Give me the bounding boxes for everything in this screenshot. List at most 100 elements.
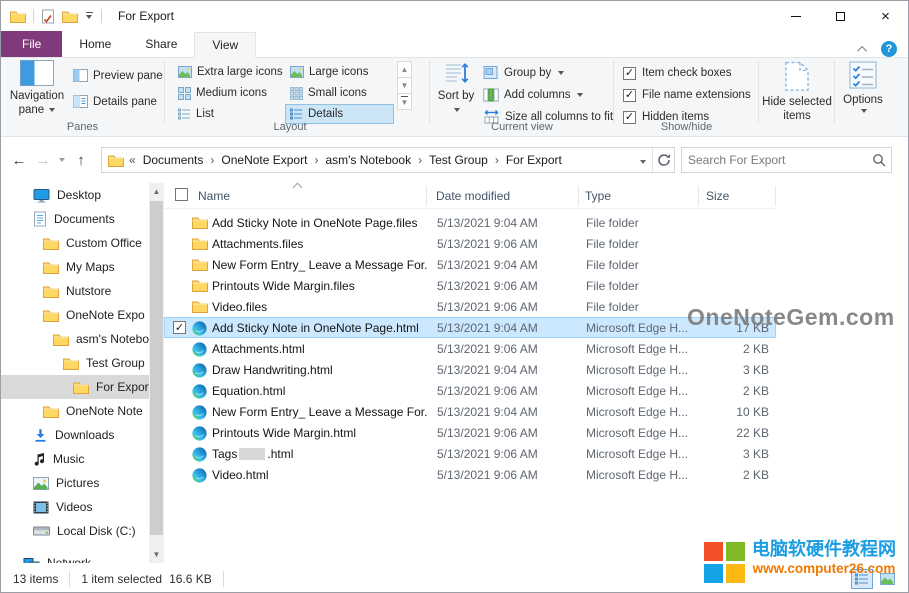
folder-icon[interactable] (10, 10, 26, 23)
layout-option-small-icons[interactable]: Small icons (285, 83, 394, 103)
forward-button[interactable]: → (31, 148, 55, 172)
folder-icon (192, 279, 208, 292)
checkbox-icon[interactable] (623, 67, 636, 80)
hide-selected-items-button[interactable]: Hide selected items (762, 60, 832, 124)
table-row[interactable]: Printouts Wide Margin.files5/13/2021 9:0… (164, 275, 776, 296)
sidebar-item-desktop[interactable]: Desktop (1, 183, 149, 207)
column-header-date-modified[interactable]: Date modified (436, 189, 510, 203)
dropdown-arrow-icon (558, 71, 564, 75)
up-button[interactable]: ↑ (69, 148, 93, 172)
column-header-type[interactable]: Type (585, 189, 611, 203)
address-dropdown-button[interactable] (634, 153, 652, 167)
sidebar-item-test-group[interactable]: Test Group (1, 351, 149, 375)
breadcrumb-asm-s-notebook[interactable]: asm's Notebook (321, 153, 415, 167)
sidebar-item-nutstore[interactable]: Nutstore (1, 279, 149, 303)
sidebar-item-videos[interactable]: Videos (1, 495, 149, 519)
breadcrumb-separator-icon[interactable]: › (207, 153, 217, 167)
details-view-toggle[interactable] (851, 569, 873, 589)
tab-view[interactable]: View (194, 32, 256, 58)
layout-option-large-icons[interactable]: Large icons (285, 62, 394, 82)
scroll-up-arrow[interactable]: ▲ (149, 183, 164, 200)
sidebar-item-network[interactable]: Network (1, 551, 149, 563)
table-row[interactable]: New Form Entry_ Leave a Message For...5/… (164, 254, 776, 275)
back-button[interactable]: ← (7, 148, 31, 172)
sidebar-item-documents[interactable]: Documents (1, 207, 149, 231)
table-row[interactable]: Attachments.files5/13/2021 9:06 AMFile f… (164, 233, 776, 254)
sidebar-item-pictures[interactable]: Pictures (1, 471, 149, 495)
column-header-size[interactable]: Size (706, 189, 729, 203)
navigation-pane-button[interactable]: Navigation pane (7, 60, 67, 118)
select-all-checkbox[interactable] (175, 188, 188, 201)
sidebar-item-local-disk-c[interactable]: Local Disk (C:) (1, 519, 149, 543)
sidebar-item-music[interactable]: Music (1, 447, 149, 471)
row-checkbox[interactable] (173, 321, 186, 334)
search-input[interactable] (682, 153, 867, 167)
sidebar-item-custom-office[interactable]: Custom Office (1, 231, 149, 255)
thumbnail-view-toggle[interactable] (876, 569, 898, 589)
column-divider[interactable] (698, 186, 699, 206)
recent-locations-button[interactable] (55, 148, 69, 172)
customize-qat-chevron-icon[interactable] (85, 12, 94, 20)
maximize-button[interactable] (818, 1, 863, 31)
group-by-button[interactable]: Group by (483, 63, 564, 82)
close-button[interactable]: × (863, 1, 908, 31)
tab-share[interactable]: Share (128, 31, 194, 57)
breadcrumb-separator-icon[interactable]: › (492, 153, 502, 167)
new-folder-icon[interactable] (62, 10, 78, 23)
toggle-file-name-extensions[interactable]: File name extensions (623, 86, 751, 104)
sidebar-item-asm-s-notebo[interactable]: asm's Notebo (1, 327, 149, 351)
tab-file[interactable]: File (1, 31, 62, 57)
sidebar-item-my-maps[interactable]: My Maps (1, 255, 149, 279)
checkbox-icon[interactable] (623, 89, 636, 102)
table-row[interactable]: Video.files5/13/2021 9:06 AMFile folder (164, 296, 776, 317)
collapse-ribbon-icon[interactable] (857, 45, 867, 55)
scroll-down-arrow[interactable]: ▼ (149, 546, 164, 563)
sidebar-item-for-export[interactable]: For Export (1, 375, 149, 399)
breadcrumb-test-group[interactable]: Test Group (425, 153, 492, 167)
table-row[interactable]: Draw Handwriting.html5/13/2021 9:04 AMMi… (164, 359, 776, 380)
minimize-button[interactable] (773, 1, 818, 31)
help-icon[interactable]: ? (881, 41, 897, 57)
options-button[interactable]: Options (838, 60, 888, 113)
breadcrumb-separator-icon[interactable]: › (415, 153, 425, 167)
table-row[interactable]: Add Sticky Note in OneNote Page.files5/1… (164, 212, 776, 233)
address-bar[interactable]: « Documents›OneNote Export›asm's Noteboo… (101, 147, 675, 173)
gallery-scroll-down-button[interactable]: ▼ (397, 77, 412, 94)
table-row[interactable]: Add Sticky Note in OneNote Page.html5/13… (164, 317, 776, 338)
properties-check-icon[interactable] (41, 9, 55, 24)
breadcrumb-separator-icon[interactable]: › (311, 153, 321, 167)
breadcrumb-onenote-export[interactable]: OneNote Export (217, 153, 311, 167)
sort-by-button[interactable]: Sort by (433, 60, 479, 118)
column-divider[interactable] (578, 186, 579, 206)
group-divider (613, 61, 614, 123)
add-columns-button[interactable]: Add columns (483, 85, 583, 104)
breadcrumb-documents[interactable]: Documents (139, 153, 208, 167)
gallery-more-button[interactable]: ▼ (397, 93, 412, 110)
table-row[interactable]: Attachments.html5/13/2021 9:06 AMMicroso… (164, 338, 776, 359)
disk-icon (33, 525, 50, 537)
breadcrumb-overflow[interactable]: « (124, 153, 139, 167)
scrollbar-thumb[interactable] (150, 201, 163, 535)
column-divider[interactable] (775, 186, 776, 206)
table-row[interactable]: New Form Entry_ Leave a Message For...5/… (164, 401, 776, 422)
table-row[interactable]: Equation.html5/13/2021 9:06 AMMicrosoft … (164, 380, 776, 401)
column-header-name[interactable]: Name (198, 189, 230, 203)
table-row[interactable]: Printouts Wide Margin.html5/13/2021 9:06… (164, 422, 776, 443)
sidebar-scrollbar[interactable]: ▲ ▼ (149, 183, 164, 563)
gallery-scroll-up-button[interactable]: ▲ (397, 61, 412, 78)
layout-option-medium-icons[interactable]: Medium icons (173, 83, 282, 103)
sidebar-item-downloads[interactable]: Downloads (1, 423, 149, 447)
refresh-button[interactable] (652, 148, 674, 172)
toggle-item-check-boxes[interactable]: Item check boxes (623, 64, 731, 82)
layout-option-extra-large-icons[interactable]: Extra large icons (173, 62, 282, 82)
table-row[interactable]: Tags.html5/13/2021 9:06 AMMicrosoft Edge… (164, 443, 776, 464)
sidebar-item-onenote-note[interactable]: OneNote Note (1, 399, 149, 423)
sidebar-item-onenote-expo[interactable]: OneNote Expo (1, 303, 149, 327)
column-divider[interactable] (426, 186, 427, 206)
details-pane-button[interactable]: Details pane (73, 92, 157, 111)
tab-home[interactable]: Home (62, 31, 128, 57)
breadcrumb-for-export[interactable]: For Export (502, 153, 566, 167)
table-row[interactable]: Video.html5/13/2021 9:06 AMMicrosoft Edg… (164, 464, 776, 485)
search-icon[interactable] (867, 153, 891, 167)
preview-pane-button[interactable]: Preview pane (73, 66, 163, 85)
